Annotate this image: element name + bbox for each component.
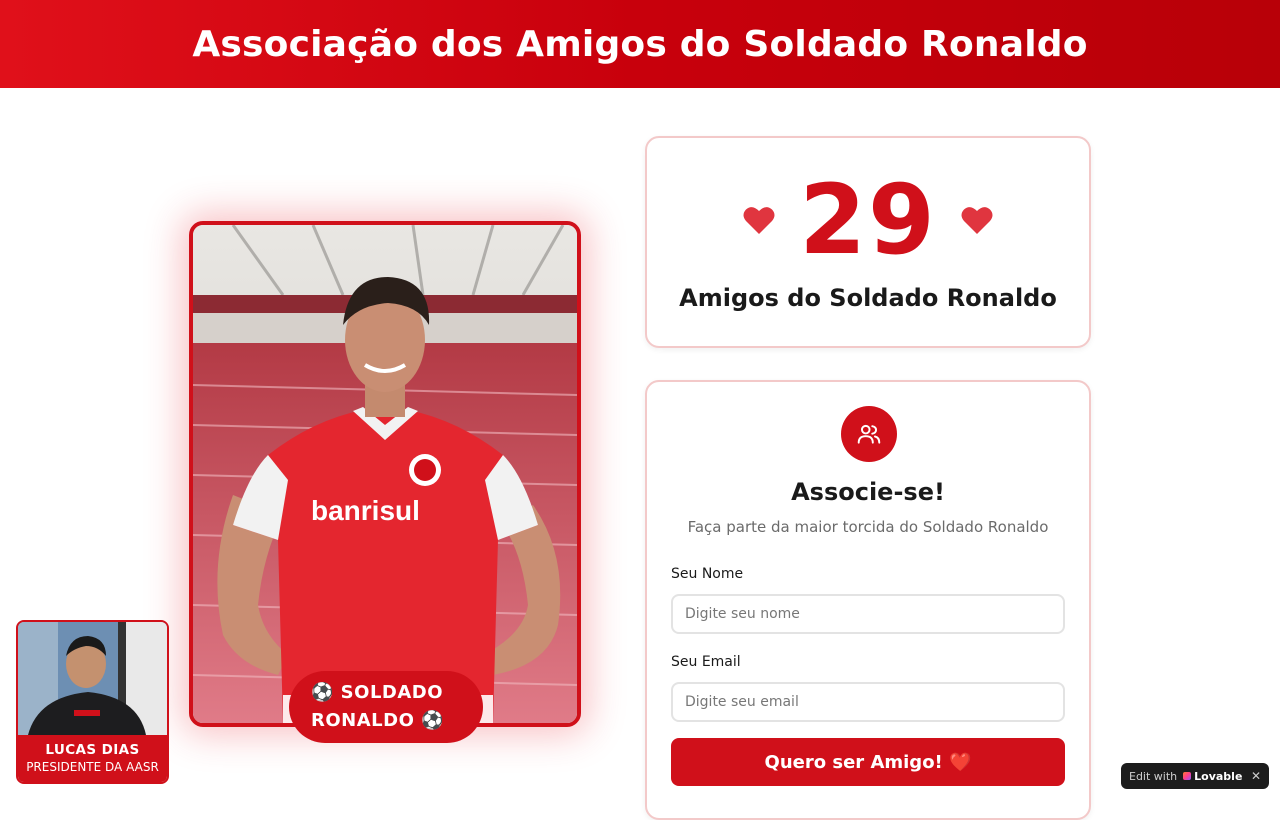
player-photo: banrisul — [193, 225, 577, 723]
friends-count: 29 — [799, 164, 937, 276]
president-card: LUCAS DIAS PRESIDENTE DA AASR — [16, 620, 169, 784]
signup-card: Associe-se! Faça parte da maior torcida … — [645, 380, 1091, 820]
email-label: Seu Email — [671, 654, 741, 670]
name-input[interactable] — [671, 594, 1065, 634]
president-label: LUCAS DIAS PRESIDENTE DA AASR — [18, 735, 167, 782]
close-icon[interactable]: ✕ — [1251, 769, 1261, 783]
lovable-prefix: Edit with — [1129, 769, 1178, 783]
player-photo-card: banrisul — [189, 221, 581, 727]
signup-subtitle: Faça parte da maior torcida do Soldado R… — [687, 518, 1049, 536]
jersey-sponsor-text: banrisul — [311, 495, 420, 526]
site-header: Associação dos Amigos do Soldado Ronaldo — [0, 0, 1280, 88]
heart-icon — [961, 207, 993, 234]
badge-line-1: ⚽ SOLDADO — [311, 682, 444, 703]
friends-counter-card: 29 Amigos do Soldado Ronaldo — [645, 136, 1091, 348]
site-title: Associação dos Amigos do Soldado Ronaldo — [192, 23, 1088, 65]
player-name-badge: ⚽ SOLDADO RONALDO ⚽ — [289, 671, 483, 743]
users-icon — [841, 406, 897, 462]
president-title: PRESIDENTE DA AASR — [26, 760, 159, 774]
heart-icon — [743, 207, 775, 234]
president-name: LUCAS DIAS — [45, 742, 140, 758]
president-photo — [18, 622, 167, 735]
counter-row: 29 — [647, 170, 1089, 270]
lovable-brand: Lovable — [1194, 769, 1243, 783]
name-label: Seu Nome — [671, 566, 744, 582]
friends-count-label: Amigos do Soldado Ronaldo — [679, 284, 1057, 312]
edit-with-lovable-badge[interactable]: Edit with Lovable ✕ — [1121, 763, 1269, 789]
email-input[interactable] — [671, 682, 1065, 722]
signup-title: Associe-se! — [791, 478, 945, 506]
lovable-logo-icon — [1183, 772, 1192, 780]
submit-button[interactable]: Quero ser Amigo! ❤️ — [671, 738, 1065, 786]
badge-line-2: RONALDO ⚽ — [311, 710, 445, 731]
